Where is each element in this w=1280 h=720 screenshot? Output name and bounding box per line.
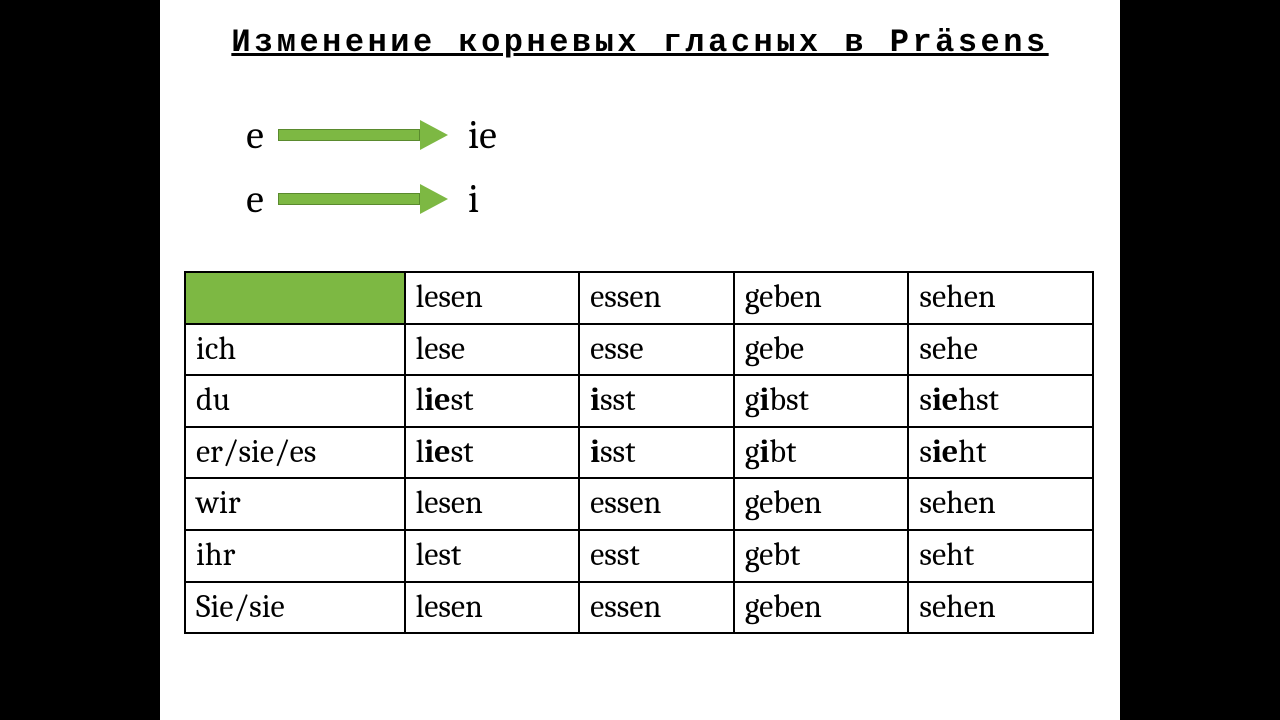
pronoun-cell: er/sie/es <box>185 427 405 479</box>
table-row: wirlesenessengebensehen <box>185 478 1093 530</box>
conjugation-cell: lese <box>405 324 580 376</box>
table-row: er/sie/esliestisstgibtsieht <box>185 427 1093 479</box>
arrow-icon <box>278 185 448 213</box>
conjugation-cell: seht <box>908 530 1093 582</box>
conjugation-cell: sehe <box>908 324 1093 376</box>
pronoun-cell: du <box>185 375 405 427</box>
conjugation-cell: essen <box>579 478 734 530</box>
rule-from: e <box>232 179 278 219</box>
slide: Изменение корневых гласных в Präsens eie… <box>160 0 1120 720</box>
table-header-verb: essen <box>579 272 734 324</box>
conjugation-cell: sieht <box>908 427 1093 479</box>
conjugation-cell: geben <box>734 582 909 634</box>
conjugation-cell: liest <box>405 427 580 479</box>
stem-change: ie <box>932 381 958 418</box>
rule-to: i <box>468 179 479 219</box>
table-row: ihrlestesstgebtseht <box>185 530 1093 582</box>
conjugation-cell: liest <box>405 375 580 427</box>
pronoun-cell: wir <box>185 478 405 530</box>
stem-change: i <box>760 433 770 470</box>
conjugation-cell: gibt <box>734 427 909 479</box>
table-header-blank <box>185 272 405 324</box>
conjugation-cell: gebe <box>734 324 909 376</box>
table-row: Sie/sielesenessengebensehen <box>185 582 1093 634</box>
table-header-verb: lesen <box>405 272 580 324</box>
stem-change: i <box>760 381 770 418</box>
stem-change: i <box>590 433 600 470</box>
page-title: Изменение корневых гласных в Präsens <box>170 24 1110 61</box>
rule-to: ie <box>468 115 497 155</box>
conjugation-cell: lesen <box>405 582 580 634</box>
conjugation-cell: geben <box>734 478 909 530</box>
conjugation-cell: esse <box>579 324 734 376</box>
conjugation-cell: lest <box>405 530 580 582</box>
conjugation-cell: isst <box>579 427 734 479</box>
table-row: duliestisstgibstsiehst <box>185 375 1093 427</box>
table-header-verb: sehen <box>908 272 1093 324</box>
conjugation-cell: gebt <box>734 530 909 582</box>
table-header-verb: geben <box>734 272 909 324</box>
conjugation-cell: essen <box>579 582 734 634</box>
conjugation-cell: sehen <box>908 582 1093 634</box>
conjugation-table: lesenessengebensehenichleseessegebesehed… <box>184 271 1094 634</box>
stem-change: ie <box>424 381 450 418</box>
pronoun-cell: Sie/sie <box>185 582 405 634</box>
pronoun-cell: ich <box>185 324 405 376</box>
vowel-rule: ei <box>232 167 1120 231</box>
conjugation-cell: lesen <box>405 478 580 530</box>
conjugation-cell: isst <box>579 375 734 427</box>
conjugation-cell: sehen <box>908 478 1093 530</box>
table-header-row: lesenessengebensehen <box>185 272 1093 324</box>
stem-change: ie <box>932 433 958 470</box>
pronoun-cell: ihr <box>185 530 405 582</box>
stem-change: i <box>590 381 600 418</box>
rule-from: e <box>232 115 278 155</box>
conjugation-cell: esst <box>579 530 734 582</box>
conjugation-cell: siehst <box>908 375 1093 427</box>
vowel-rule: e ie <box>232 103 1120 167</box>
table-row: ichleseessegebesehe <box>185 324 1093 376</box>
arrow-icon <box>278 121 448 149</box>
stem-change: ie <box>424 433 450 470</box>
vowel-change-rules: eieei <box>232 103 1120 231</box>
conjugation-cell: gibst <box>734 375 909 427</box>
